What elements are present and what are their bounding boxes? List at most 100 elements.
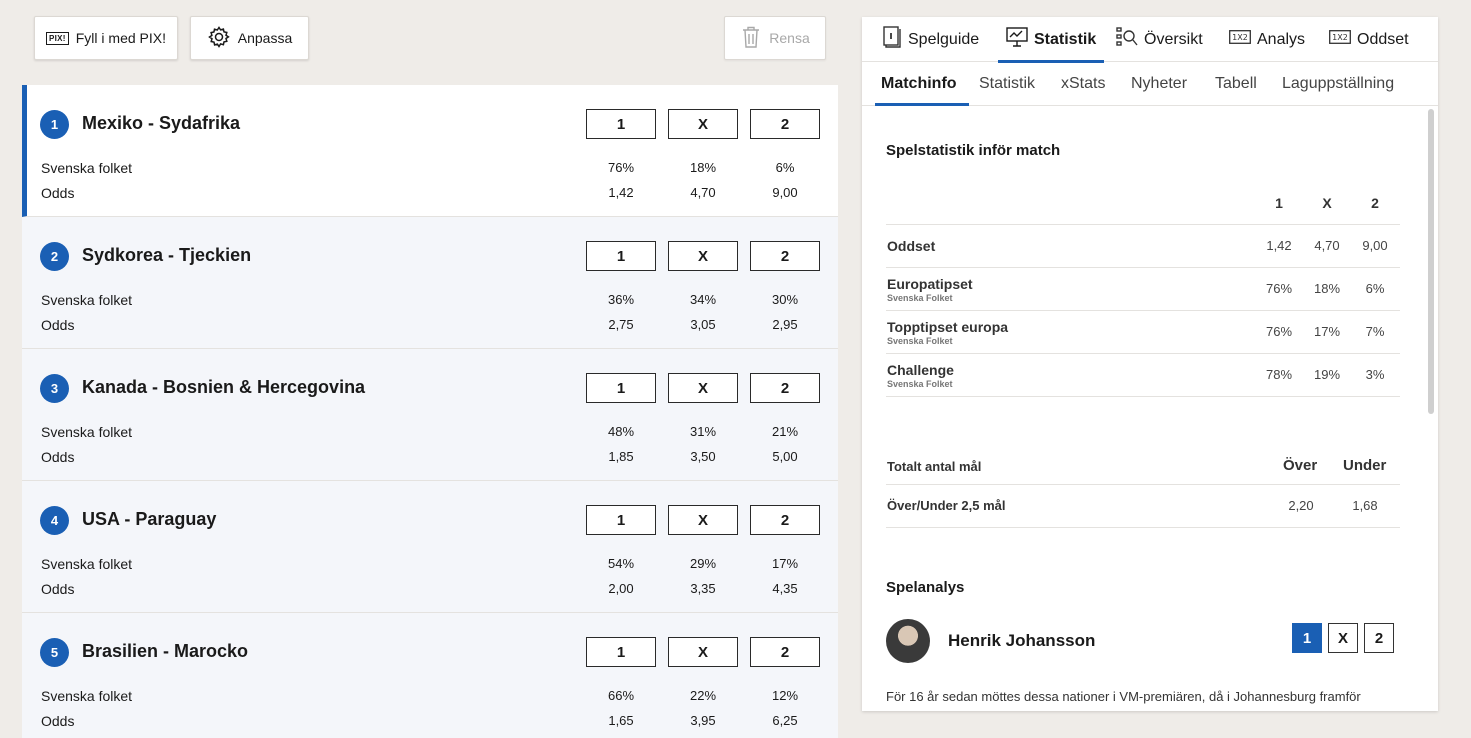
pick-x-button[interactable]: X — [668, 505, 738, 535]
pick-2-button[interactable]: 2 — [750, 373, 820, 403]
people-value: 36% — [607, 292, 635, 307]
expert-name: Henrik Johansson — [948, 631, 1096, 650]
svg-text:1X2: 1X2 — [1332, 33, 1348, 42]
subtab-xstats[interactable]: xStats — [1061, 62, 1105, 106]
stats-value: 19% — [1313, 367, 1341, 382]
odds-value: 5,00 — [772, 449, 798, 464]
subtab-nyheter[interactable]: Nyheter — [1131, 62, 1187, 106]
tab-spelguide[interactable]: Spelguide — [878, 17, 983, 62]
match-number: 3 — [40, 374, 69, 403]
stats-row-name: Oddset — [887, 238, 936, 254]
match-row: 4 USA - Paraguay 1 X 2 Svenska folket Odds 54% 2… — [22, 481, 838, 613]
people-value: 6% — [775, 160, 795, 175]
fill-with-pix-button[interactable]: PIX! Fyll i med PIX! — [34, 16, 178, 60]
tab-analys-label: Analys — [1257, 30, 1306, 48]
match-row: 5 Brasilien - Marocko 1 X 2 Svenska folket Odd… — [22, 613, 838, 738]
pick-1-button[interactable]: 1 — [586, 373, 656, 403]
pick-1-button[interactable]: 1 — [586, 109, 656, 139]
stats-value: 17% — [1313, 324, 1341, 339]
overview-icon — [1116, 26, 1138, 53]
trash-icon — [740, 25, 762, 52]
tab-oversikt[interactable]: Översikt — [1112, 17, 1207, 62]
odds-label: Odds — [41, 581, 75, 597]
sub-tabs: Matchinfo Statistik xStats Nyheter Tabel… — [862, 62, 1438, 106]
people-label: Svenska folket — [41, 160, 133, 176]
people-value: 66% — [607, 688, 635, 703]
match-number: 4 — [40, 506, 69, 535]
match-teams: Sydkorea - Tjeckien — [82, 245, 252, 265]
goals-row-name: Över/Under 2,5 mål — [887, 498, 1006, 513]
stats-row-name: Challenge — [887, 362, 954, 378]
1x2-icon: 1X2 — [1229, 30, 1251, 49]
tab-oversikt-label: Översikt — [1144, 30, 1203, 48]
goals-table-bottom — [886, 527, 1400, 528]
odds-label: Odds — [41, 449, 75, 465]
tab-oddset[interactable]: 1X2 Oddset — [1325, 17, 1413, 62]
match-teams: Mexiko - Sydafrika — [82, 113, 241, 133]
subtab-tabell[interactable]: Tabell — [1215, 62, 1257, 106]
people-value: 29% — [689, 556, 717, 571]
pick-x-button[interactable]: X — [668, 109, 738, 139]
pick-x-button[interactable]: X — [668, 637, 738, 667]
people-value: 31% — [689, 424, 717, 439]
tab-analys[interactable]: 1X2 Analys — [1225, 17, 1309, 62]
tab-oddset-label: Oddset — [1357, 30, 1409, 48]
analysis-title: Spelanalys — [886, 579, 965, 596]
odds-value: 1,65 — [608, 713, 634, 728]
pick-1-button[interactable]: 1 — [586, 241, 656, 271]
odds-value: 2,75 — [608, 317, 634, 332]
pick-2-button[interactable]: 2 — [750, 241, 820, 271]
pick-1-button[interactable]: 1 — [586, 637, 656, 667]
odds-label: Odds — [41, 713, 75, 729]
stats-row: Europatipset Svenska Folket 76% 18% 6% — [886, 267, 1400, 310]
pick-x-button[interactable]: X — [668, 373, 738, 403]
expert-pick-1[interactable]: 1 — [1292, 623, 1322, 653]
people-value: 30% — [771, 292, 799, 307]
pick-x-button[interactable]: X — [668, 241, 738, 271]
goals-col-under: Under — [1343, 457, 1387, 474]
pix-icon: PIX! — [45, 31, 69, 45]
stats-value: 6% — [1365, 281, 1385, 296]
pick-2-button[interactable]: 2 — [750, 637, 820, 667]
match-row: 1 Mexiko - Sydafrika 1 X 2 Svenska folket Odds… — [22, 85, 838, 217]
match-number: 5 — [40, 638, 69, 667]
odds-value: 2,00 — [608, 581, 634, 596]
odds-value: 6,25 — [772, 713, 798, 728]
stats-col-x: X — [1322, 195, 1332, 211]
goals-row: Över/Under 2,5 mål 2,20 1,68 — [886, 484, 1400, 527]
people-label: Svenska folket — [41, 688, 133, 704]
odds-label: Odds — [41, 185, 75, 201]
customize-label: Anpassa — [237, 30, 293, 46]
stats-value: 78% — [1265, 367, 1293, 382]
odds-value: 3,35 — [690, 581, 716, 596]
stats-col-2: 2 — [1371, 195, 1379, 211]
stats-value: 7% — [1365, 324, 1385, 339]
odds-value: 1,42 — [608, 185, 634, 200]
match-teams: USA - Paraguay — [82, 509, 217, 529]
odds-value: 2,95 — [772, 317, 798, 332]
pick-2-button[interactable]: 2 — [750, 505, 820, 535]
customize-button[interactable]: Anpassa — [190, 16, 309, 60]
tab-statistik[interactable]: Statistik — [998, 17, 1105, 63]
subtab-laguppstallning[interactable]: Laguppställning — [1282, 62, 1394, 106]
pick-2-button[interactable]: 2 — [750, 109, 820, 139]
people-label: Svenska folket — [41, 292, 133, 308]
tab-statistik-label: Statistik — [1034, 30, 1097, 48]
stats-title: Spelstatistik inför match — [886, 142, 1061, 159]
odds-value: 4,70 — [690, 185, 716, 200]
expert-pick-x[interactable]: X — [1328, 623, 1358, 653]
clear-button[interactable]: Rensa — [724, 16, 826, 60]
subtab-statistik[interactable]: Statistik — [979, 62, 1035, 106]
odds-value: 1,85 — [608, 449, 634, 464]
subtab-matchinfo[interactable]: Matchinfo — [875, 62, 969, 106]
stats-row: Topptipset europa Svenska Folket 76% 17% 7% — [886, 310, 1400, 353]
match-teams: Brasilien - Marocko — [82, 641, 249, 661]
people-value: 17% — [771, 556, 799, 571]
goals-title: Totalt antal mål — [887, 459, 982, 474]
stats-row-sub: Svenska Folket — [887, 336, 953, 346]
scrollbar[interactable] — [1428, 109, 1434, 414]
pick-1-button[interactable]: 1 — [586, 505, 656, 535]
odds-value: 3,05 — [690, 317, 716, 332]
stats-row-name: Topptipset europa — [887, 319, 1009, 335]
expert-pick-2[interactable]: 2 — [1364, 623, 1394, 653]
